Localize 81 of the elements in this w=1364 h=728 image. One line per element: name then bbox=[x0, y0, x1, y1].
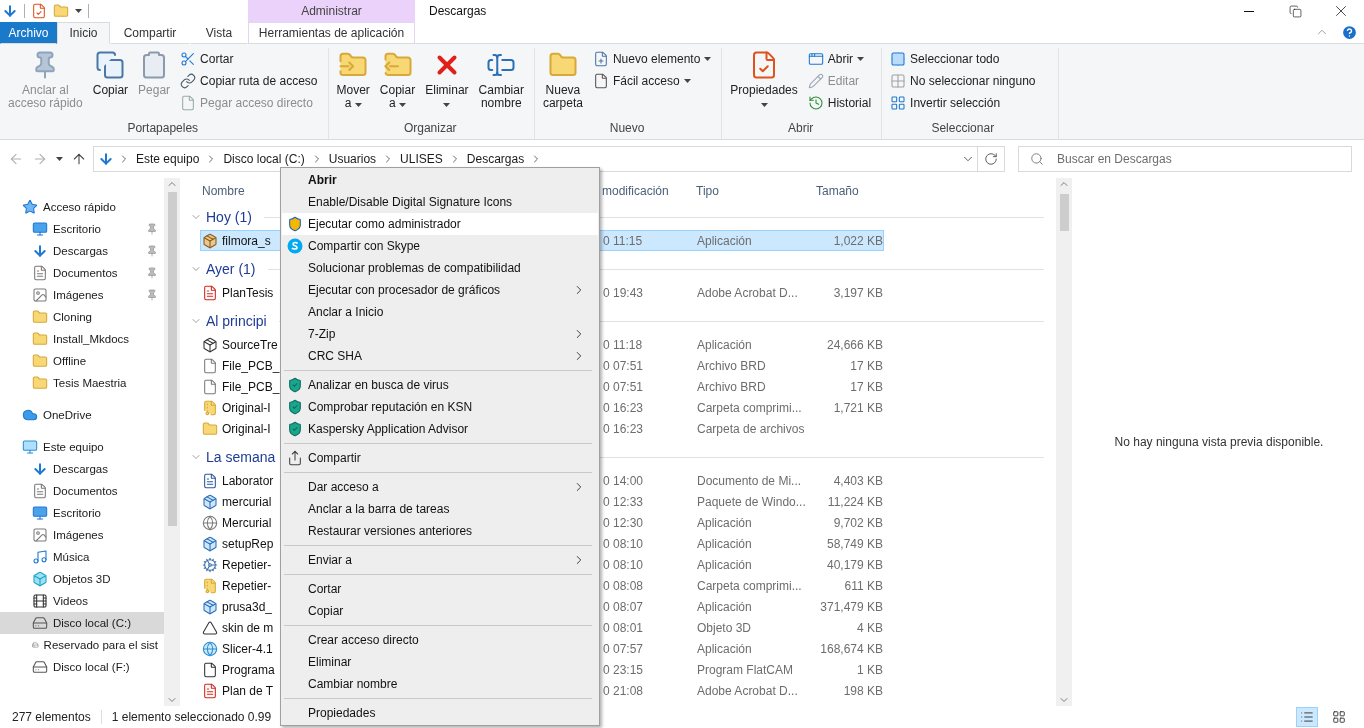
size-cell-text: 9,702 KB bbox=[832, 515, 884, 530]
file-name: Laborator bbox=[222, 473, 274, 488]
file-name: Repetier- bbox=[222, 578, 272, 593]
file-name: filmora_s bbox=[222, 233, 271, 248]
type-cell-text: Aplicación bbox=[696, 641, 753, 656]
size-cell-text: 58,749 KB bbox=[825, 536, 884, 551]
type-cell-text: Adobe Acrobat D... bbox=[696, 683, 799, 698]
size-cell-text: 1,022 KB bbox=[832, 233, 884, 248]
file-name: Programa bbox=[222, 662, 275, 677]
type-cell-text: Carpeta de archivos bbox=[696, 421, 806, 436]
size-cell-text: 11,224 KB bbox=[826, 494, 884, 509]
contextual-tab-header: Administrar bbox=[248, 0, 415, 22]
file-name: prusa3d_ bbox=[222, 599, 273, 614]
type-cell-text: Adobe Acrobat D... bbox=[696, 285, 799, 300]
date-cell-text: 0 16:23 bbox=[602, 421, 645, 436]
type-cell-text: Archivo BRD bbox=[696, 358, 767, 373]
type-cell-text: Aplicación bbox=[696, 233, 753, 248]
file-name: File_PCB_ bbox=[222, 379, 280, 394]
type-cell-text: Program FlatCAM bbox=[696, 662, 795, 677]
size-cell-text: 611 KB bbox=[843, 578, 884, 593]
type-cell-text: Carpeta comprimi... bbox=[696, 400, 803, 415]
date-cell-text: 0 19:43 bbox=[602, 285, 645, 300]
date-cell-text: 0 11:18 bbox=[602, 337, 644, 352]
group-label: Nuevo bbox=[608, 121, 646, 137]
file-name: Repetier- bbox=[222, 557, 272, 572]
file-name: File_PCB_ bbox=[222, 358, 280, 373]
type-cell-text: Aplicación bbox=[696, 337, 753, 352]
preview-message: No hay ninguna vista previa disponible. bbox=[1114, 435, 1324, 449]
file-name: Plan de T bbox=[222, 683, 274, 698]
type-cell-text: Aplicación bbox=[696, 515, 753, 530]
type-cell-text: Paquete de Windo... bbox=[696, 494, 807, 509]
file-name: Original-I bbox=[222, 400, 271, 415]
file-name: mercurial bbox=[222, 494, 272, 509]
size-cell-text: 17 KB bbox=[849, 358, 884, 373]
file-name: SourceTre bbox=[222, 337, 278, 352]
window-title: Descargas bbox=[429, 4, 487, 18]
date-cell-text: 0 07:57 bbox=[602, 641, 645, 656]
file-name: setupRep bbox=[222, 536, 274, 551]
size-cell-text: 4 KB bbox=[856, 620, 884, 635]
size-cell-text: 1 KB bbox=[856, 662, 884, 677]
group-label: Organizar bbox=[402, 121, 458, 137]
date-cell-text: 0 21:08 bbox=[602, 683, 645, 698]
file-name: PlanTesis bbox=[222, 285, 274, 300]
date-cell-text: 0 08:08 bbox=[602, 578, 645, 593]
type-cell-text: Aplicación bbox=[696, 599, 753, 614]
date-cell-text: 0 12:30 bbox=[602, 515, 645, 530]
size-cell-text: 24,666 KB bbox=[825, 337, 884, 352]
type-cell-text: Documento de Mi... bbox=[696, 473, 803, 488]
type-cell-text: Archivo BRD bbox=[696, 379, 767, 394]
group-label: Abrir bbox=[787, 121, 815, 137]
size-cell-text: 168,674 KB bbox=[819, 641, 884, 656]
size-cell-text: 4,403 KB bbox=[832, 473, 884, 488]
selection-info: 1 elemento seleccionado 0.99 bbox=[111, 710, 272, 724]
date-cell-text: 0 12:33 bbox=[602, 494, 645, 509]
size-cell-text: 17 KB bbox=[849, 379, 884, 394]
date-cell-text: 0 14:00 bbox=[602, 473, 645, 488]
type-cell-text: Objeto 3D bbox=[696, 620, 753, 635]
file-name: Mercurial bbox=[222, 515, 272, 530]
date-cell-text: 0 08:10 bbox=[602, 557, 645, 572]
size-cell-text: 198 KB bbox=[842, 683, 884, 698]
type-cell-text: Aplicación bbox=[696, 536, 753, 551]
date-cell-text: 0 07:51 bbox=[602, 379, 645, 394]
type-cell-text: Carpeta comprimi... bbox=[696, 578, 803, 593]
date-cell-text: 0 16:23 bbox=[602, 400, 645, 415]
date-cell-text: 0 08:07 bbox=[602, 599, 645, 614]
date-cell-text: 0 07:51 bbox=[602, 358, 645, 373]
size-cell-text: 40,179 KB bbox=[825, 557, 884, 572]
date-cell-text: 0 23:15 bbox=[602, 662, 645, 677]
date-cell-text: 0 11:15 bbox=[602, 233, 644, 248]
group-label: Portapapeles bbox=[126, 121, 200, 137]
file-name: Original-I bbox=[222, 421, 271, 436]
file-name: skin de m bbox=[222, 620, 274, 635]
type-cell-text: Aplicación bbox=[696, 557, 753, 572]
item-count: 277 elementos bbox=[12, 710, 91, 724]
size-cell-text: 371,479 KB bbox=[819, 599, 884, 614]
size-cell-text: 1,721 KB bbox=[832, 400, 884, 415]
size-cell-text: 3,197 KB bbox=[832, 285, 884, 300]
date-cell-text: 0 08:10 bbox=[602, 536, 645, 551]
file-name: Slicer-4.1 bbox=[222, 641, 273, 656]
date-cell-text: 0 08:01 bbox=[602, 620, 645, 635]
group-label: Seleccionar bbox=[930, 121, 996, 137]
